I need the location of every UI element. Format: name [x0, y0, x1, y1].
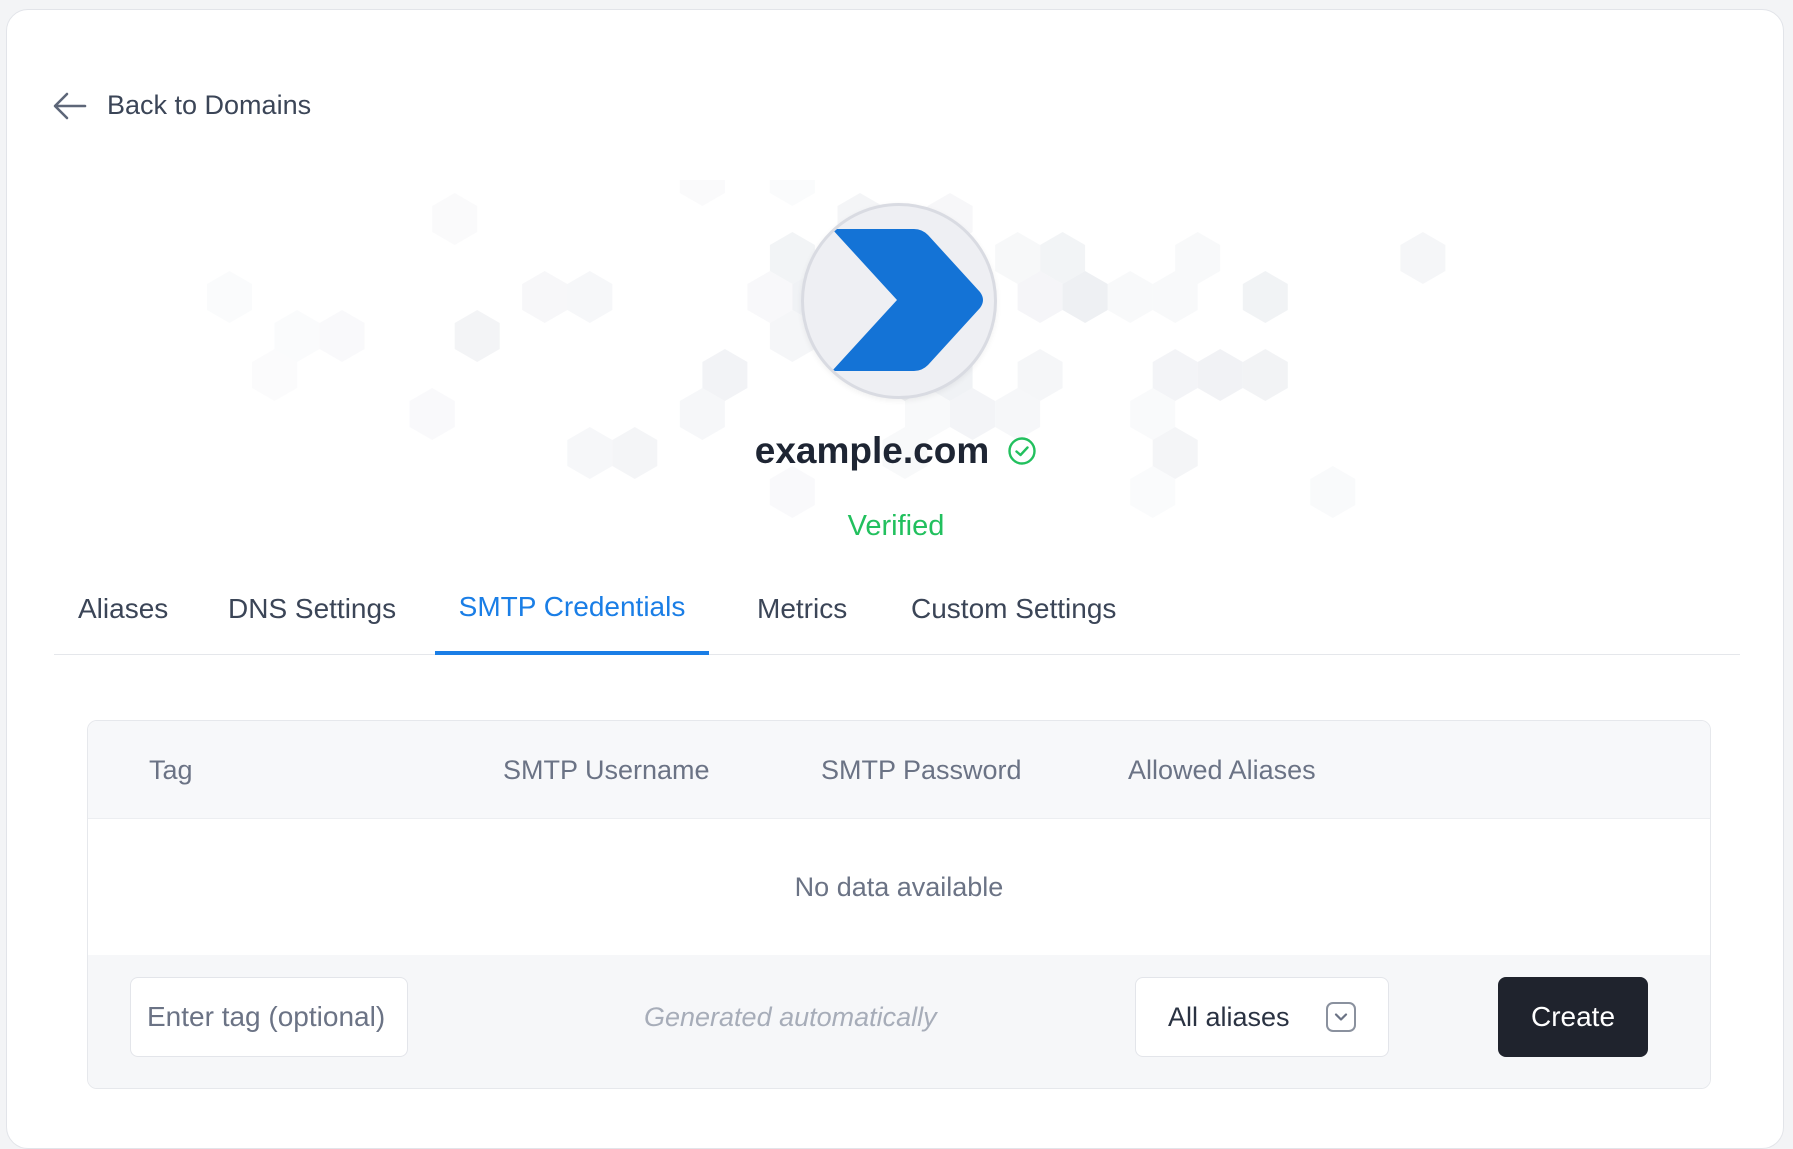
- username-generated-hint: Generated automatically: [644, 1001, 937, 1032]
- domain-title-row: example.com: [7, 430, 1783, 472]
- decorative-hexagon: [1242, 271, 1288, 323]
- decorative-hexagon: [769, 180, 815, 206]
- chevron-down-icon: [1326, 1002, 1356, 1032]
- tab-custom-settings[interactable]: Custom Settings: [911, 575, 1116, 655]
- domain-detail-card: Back to Domains example.com Verified Ali…: [6, 9, 1784, 1149]
- table-header: Tag SMTP Username SMTP Password Allowed …: [88, 721, 1710, 819]
- decorative-hexagon: [1152, 271, 1198, 323]
- tab-aliases[interactable]: Aliases: [78, 575, 168, 655]
- decorative-hexagon: [1017, 271, 1063, 323]
- back-to-domains-link[interactable]: Back to Domains: [53, 90, 311, 121]
- column-header-smtp-password: SMTP Password: [821, 754, 1022, 785]
- check-circle-icon: [1008, 437, 1036, 465]
- decorative-hexagon: [1242, 349, 1288, 401]
- decorative-hexagon: [702, 349, 748, 401]
- decorative-hexagon: [1017, 349, 1063, 401]
- tab-label: Custom Settings: [911, 593, 1117, 624]
- decorative-hexagon: [995, 232, 1041, 284]
- decorative-hexagon: [454, 310, 500, 362]
- allowed-aliases-select[interactable]: All aliases: [1135, 977, 1389, 1057]
- decorative-hexagon: [1175, 232, 1221, 284]
- domain-name: example.com: [754, 430, 990, 471]
- tab-label: Metrics: [757, 593, 848, 624]
- tab-dns-settings[interactable]: DNS Settings: [228, 575, 396, 655]
- decorative-hexagon: [1040, 232, 1086, 284]
- decorative-hexagon: [1062, 271, 1108, 323]
- decorative-hexagon: [1400, 232, 1446, 284]
- tab-smtp-credentials[interactable]: SMTP Credentials: [435, 575, 709, 655]
- chevron-right-logo-icon: [832, 229, 983, 371]
- domain-tabs: Aliases DNS Settings SMTP Credentials Me…: [54, 575, 1740, 655]
- new-credential-form-row: Generated automatically All aliases Crea…: [88, 955, 1710, 1088]
- column-header-smtp-username: SMTP Username: [503, 754, 710, 785]
- decorative-hexagon: [252, 349, 298, 401]
- tag-input[interactable]: [130, 977, 408, 1057]
- arrow-left-icon: [53, 92, 87, 119]
- column-header-tag: Tag: [149, 754, 193, 785]
- tab-label: SMTP Credentials: [458, 591, 686, 622]
- decorative-hexagon: [319, 310, 365, 362]
- decorative-hexagon: [1152, 349, 1198, 401]
- create-button[interactable]: Create: [1498, 977, 1648, 1057]
- empty-state-message: No data available: [794, 871, 1004, 902]
- decorative-hexagon: [679, 180, 725, 206]
- tab-label: Aliases: [78, 593, 169, 624]
- decorative-hexagon: [432, 193, 478, 245]
- column-header-allowed-aliases: Allowed Aliases: [1128, 754, 1316, 785]
- back-link-label: Back to Domains: [107, 90, 312, 120]
- decorative-hexagon: [207, 271, 252, 323]
- decorative-hexagon: [567, 271, 613, 323]
- decorative-hexagon: [1107, 271, 1153, 323]
- decorative-hexagon: [522, 271, 568, 323]
- selected-alias-value: All aliases: [1168, 1001, 1290, 1032]
- tab-label: DNS Settings: [228, 593, 397, 624]
- decorative-hexagon: [1197, 349, 1243, 401]
- decorative-hexagon: [747, 271, 793, 323]
- decorative-hexagon: [274, 310, 320, 362]
- verification-status: Verified: [847, 510, 945, 542]
- smtp-credentials-table: Tag SMTP Username SMTP Password Allowed …: [87, 720, 1711, 1089]
- tab-metrics[interactable]: Metrics: [757, 575, 847, 655]
- domain-logo-avatar: [801, 203, 997, 399]
